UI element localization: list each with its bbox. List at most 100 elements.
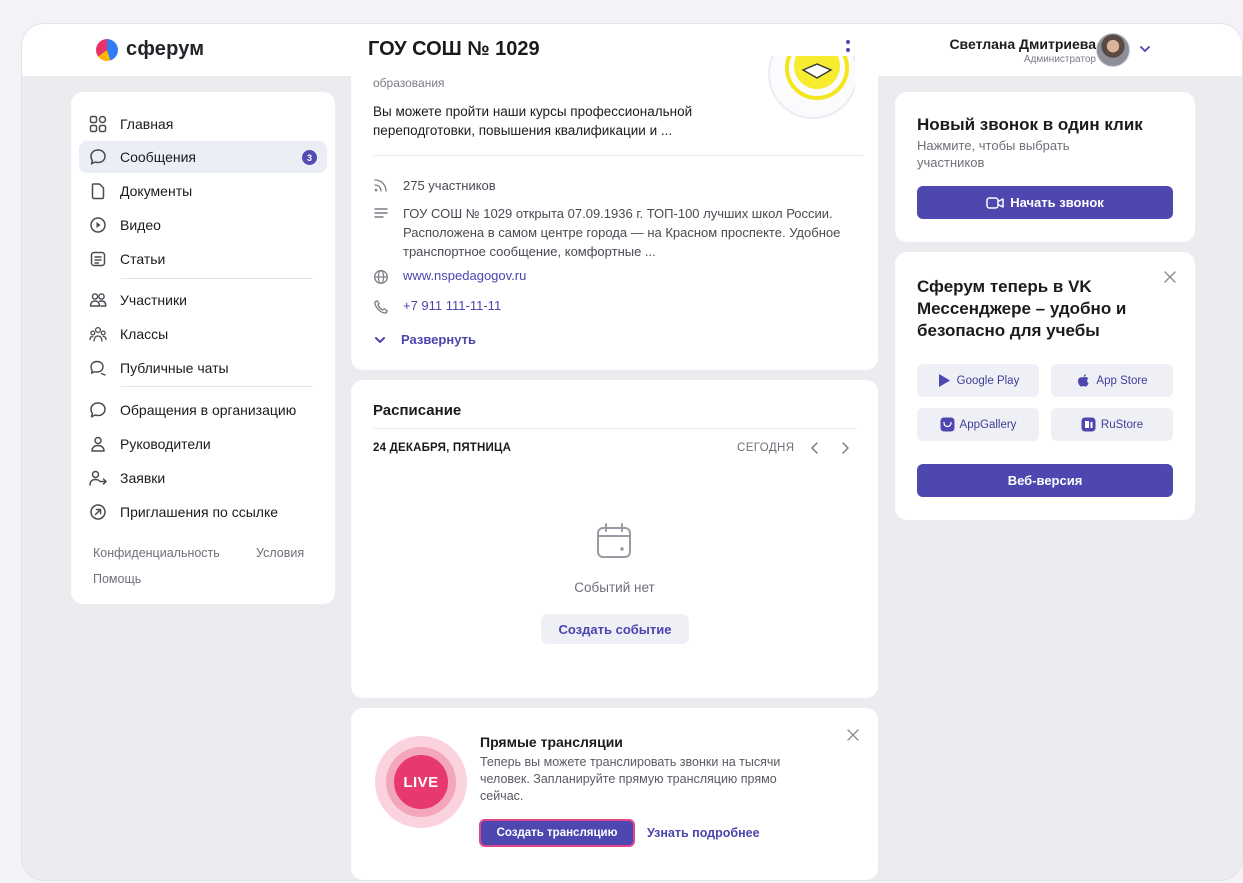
logo[interactable]: сферум <box>96 38 204 61</box>
privacy-link[interactable]: Конфиденциальность <box>93 546 220 560</box>
user-role: Администратор <box>1023 54 1096 65</box>
sidebar-item-label: Статьи <box>120 251 166 267</box>
live-streams-card: LIVE Прямые трансляции Теперь вы можете … <box>351 708 878 880</box>
sidebar-item-label: Руководители <box>120 436 211 452</box>
expand-button[interactable]: Развернуть <box>373 332 476 347</box>
app-gallery-button[interactable]: AppGallery <box>917 408 1039 441</box>
sidebar-item-managers[interactable]: Руководители <box>79 428 327 460</box>
store-label: Google Play <box>956 374 1020 387</box>
rustore-icon <box>1081 417 1096 432</box>
rss-icon <box>374 179 387 192</box>
public-chat-icon <box>90 360 106 376</box>
document-icon <box>91 183 105 200</box>
apple-icon <box>1078 374 1090 387</box>
phone-row: +7 911 111-11-11 <box>373 298 501 315</box>
vk-messenger-card: Сферум теперь в VK Мессенджере – удобно … <box>895 252 1195 520</box>
courses-illustration-icon <box>768 56 855 119</box>
app-gallery-icon <box>940 417 955 432</box>
create-stream-button[interactable]: Создать трансляцию <box>479 819 635 847</box>
sidebar-item-label: Видео <box>120 217 161 233</box>
start-call-label: Начать звонок <box>1010 195 1104 210</box>
promo-text: Вы можете пройти наши курсы профессионал… <box>373 104 693 138</box>
store-label: App Store <box>1096 374 1148 387</box>
avatar[interactable] <box>1096 33 1130 67</box>
sidebar-item-requests[interactable]: Заявки <box>79 462 327 494</box>
expand-label: Развернуть <box>401 332 476 347</box>
chevron-right-icon[interactable] <box>837 440 853 456</box>
call-title: Новый звонок в один клик <box>917 115 1143 134</box>
learn-more-link[interactable]: Узнать подробнее <box>647 826 760 840</box>
website-row: www.nspedagogov.ru <box>373 268 526 285</box>
rustore-button[interactable]: RuStore <box>1051 408 1173 441</box>
sidebar-item-label: Приглашения по ссылке <box>120 504 279 520</box>
live-description: Теперь вы можете транслировать звонки на… <box>480 755 781 803</box>
sidebar-item-label: Документы <box>120 183 193 199</box>
sidebar-item-documents[interactable]: Документы <box>79 175 327 207</box>
empty-state-text: Событий нет <box>574 580 655 595</box>
app-store-button[interactable]: App Store <box>1051 364 1173 397</box>
terms-link[interactable]: Условия <box>256 546 304 560</box>
chat-bubble-icon <box>90 402 106 418</box>
user-name: Светлана Дмитриева <box>949 36 1096 52</box>
person-arrow-icon <box>89 470 107 486</box>
sidebar-item-invite-links[interactable]: Приглашения по ссылке <box>79 496 327 528</box>
unread-badge: 3 <box>302 150 317 165</box>
members-count: 275 участников <box>403 178 496 193</box>
phone-link[interactable]: +7 911 111-11-11 <box>403 298 501 313</box>
group-icon <box>89 326 107 342</box>
text-lines-icon <box>374 208 388 218</box>
sidebar-item-articles[interactable]: Статьи <box>79 243 327 275</box>
live-icon: LIVE <box>375 736 467 828</box>
logo-text: сферум <box>126 38 205 60</box>
sidebar: Главная Сообщения 3 Документы Видео Стат… <box>71 92 335 604</box>
page-title: ГОУ СОШ № 1029 <box>368 38 540 60</box>
sidebar-item-members[interactable]: Участники <box>79 284 327 316</box>
sidebar-item-label: Обращения в организацию <box>120 402 297 418</box>
top-bar: сферум ГОУ СОШ № 1029 Светлана Дмитриева… <box>22 24 1242 76</box>
user-menu[interactable]: Светлана Дмитриева Администратор <box>932 33 1172 69</box>
play-circle-icon <box>90 217 106 233</box>
help-link[interactable]: Помощь <box>93 572 141 586</box>
store-label: AppGallery <box>959 418 1017 431</box>
sidebar-item-appeals[interactable]: Обращения в организацию <box>79 394 327 426</box>
sidebar-item-classes[interactable]: Классы <box>79 318 327 350</box>
chevron-down-icon[interactable] <box>1138 42 1152 56</box>
sidebar-item-main[interactable]: Главная <box>79 108 327 140</box>
sidebar-item-label: Заявки <box>120 470 166 486</box>
website-link[interactable]: www.nspedagogov.ru <box>403 268 526 283</box>
live-title: Прямые трансляции <box>480 734 623 750</box>
grid-icon <box>89 115 107 133</box>
schedule-date: 24 ДЕКАБРЯ, ПЯТНИЦА <box>373 442 512 454</box>
app-window: сферум ГОУ СОШ № 1029 Светлана Дмитриева… <box>22 24 1242 880</box>
create-event-button[interactable]: Создать событие <box>541 614 689 644</box>
person-icon <box>91 436 105 452</box>
sidebar-item-public-chats[interactable]: Публичные чаты <box>79 352 327 384</box>
new-call-card: Новый звонок в один клик Нажмите, чтобы … <box>895 92 1195 242</box>
article-icon <box>90 251 106 267</box>
members-row: 275 участников <box>373 176 496 195</box>
divider <box>121 278 313 279</box>
chat-bubble-icon <box>90 149 106 165</box>
sidebar-item-video[interactable]: Видео <box>79 209 327 241</box>
calendar-icon <box>597 523 631 558</box>
schedule-title: Расписание <box>373 402 462 419</box>
video-camera-icon <box>986 196 1004 209</box>
sidebar-item-label: Публичные чаты <box>120 360 229 376</box>
sferum-logo-icon <box>96 38 118 61</box>
sidebar-item-label: Сообщения <box>120 149 196 165</box>
chevron-down-icon <box>375 336 385 343</box>
sidebar-item-messages[interactable]: Сообщения 3 <box>79 141 327 173</box>
web-version-button[interactable]: Веб-версия <box>917 464 1173 497</box>
divider <box>373 428 857 429</box>
live-badge: LIVE <box>394 755 448 809</box>
start-call-button[interactable]: Начать звонок <box>917 186 1173 219</box>
chevron-left-icon[interactable] <box>807 440 823 456</box>
today-button[interactable]: СЕГОДНЯ <box>737 442 794 454</box>
phone-icon <box>374 300 388 314</box>
divider <box>373 155 863 156</box>
close-icon[interactable] <box>846 728 860 742</box>
description-row: ГОУ СОШ № 1029 открыта 07.09.1936 г. ТОП… <box>373 204 843 261</box>
promo-subtitle: образования <box>373 76 445 90</box>
divider <box>121 386 313 387</box>
google-play-button[interactable]: Google Play <box>917 364 1039 397</box>
